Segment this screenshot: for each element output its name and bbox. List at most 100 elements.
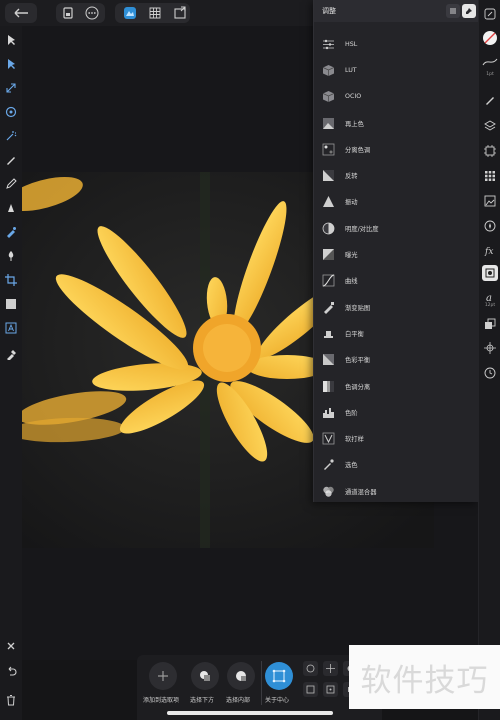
effects-button[interactable]: fx — [482, 242, 498, 258]
brushes-button[interactable] — [482, 92, 498, 108]
list-view-button[interactable] — [446, 4, 460, 18]
adjustment-item[interactable]: 通道混合器 — [314, 478, 478, 504]
liquify-persona-button[interactable] — [145, 3, 165, 23]
invert-icon — [322, 169, 335, 182]
adjustment-item[interactable]: 反转 — [314, 162, 478, 188]
transform-button[interactable] — [482, 316, 498, 332]
adjustment-item[interactable]: HSL — [314, 31, 478, 57]
list-icon — [450, 8, 456, 14]
tool-pixel[interactable] — [3, 176, 19, 192]
tool-selection-brush[interactable] — [3, 104, 19, 120]
text-a-icon: a — [486, 293, 492, 303]
color-button[interactable] — [482, 30, 498, 46]
adjustment-item-label: 曝光 — [345, 252, 358, 260]
about-center-button[interactable] — [265, 662, 293, 690]
align-option-2[interactable] — [323, 661, 338, 676]
tools-sidebar — [0, 26, 22, 720]
adjustment-item-label: 振动 — [345, 199, 358, 207]
undo-button[interactable] — [3, 663, 19, 679]
adjustments-panel: 调整 HSL LUT OCIO 再上色分离色调反转振动明度/对比度曝光曲线 渐变贴图 白平… — [313, 0, 478, 502]
tool-paint-brush[interactable] — [3, 152, 19, 168]
align-option-1[interactable] — [303, 661, 318, 676]
channel-mixer-icon — [322, 485, 335, 498]
adjustment-item[interactable]: 明度/对比度 — [314, 215, 478, 241]
vibrance-icon — [322, 195, 335, 208]
tool-dodge[interactable] — [3, 248, 19, 264]
adjustment-item[interactable]: 再上色 — [314, 110, 478, 136]
center-frame-icon — [272, 669, 286, 683]
image-icon — [484, 195, 496, 207]
channels-button[interactable] — [482, 143, 498, 159]
adjustment-item[interactable]: 分离色调 — [314, 136, 478, 162]
stroke-icon — [482, 58, 498, 66]
history-button[interactable] — [482, 218, 498, 234]
studio-sidebar: 1pt fx a 12pt — [478, 0, 500, 720]
navigator-button[interactable] — [482, 6, 498, 22]
delete-button[interactable] — [3, 692, 19, 708]
tool-clone[interactable] — [3, 224, 19, 240]
more-dots-icon — [85, 6, 99, 20]
lut-cube-icon — [322, 64, 335, 77]
adjustment-item[interactable]: LUT — [314, 57, 478, 83]
layers-button[interactable] — [482, 118, 498, 134]
split-toning-icon — [322, 143, 335, 156]
adjustment-item[interactable]: 色阶 — [314, 399, 478, 425]
select-inside-button[interactable] — [227, 662, 255, 690]
tool-rectangle[interactable] — [3, 296, 19, 312]
text-size-label: 12pt — [484, 303, 496, 308]
select-below-button[interactable] — [191, 662, 219, 690]
adjustment-item[interactable]: 曲线 — [314, 268, 478, 294]
select-below-icon — [200, 671, 210, 681]
pencil-icon — [6, 178, 17, 189]
align-option-4[interactable] — [303, 682, 318, 697]
pin-panel-button[interactable] — [462, 4, 476, 18]
adjustment-item-label: 反转 — [345, 173, 358, 181]
snapping-button[interactable] — [482, 340, 498, 356]
adjustment-item[interactable]: OCIO — [314, 84, 478, 110]
target-icon — [306, 664, 315, 673]
tool-pen[interactable] — [3, 200, 19, 216]
adjustment-item-label: OCIO — [345, 93, 362, 101]
move-arrow-icon — [8, 35, 15, 45]
adjustment-item-label: 软打样 — [345, 436, 364, 444]
adjustment-item-label: 再上色 — [345, 120, 364, 128]
align-option-5[interactable] — [323, 682, 338, 697]
adjustment-item[interactable]: 色彩平衡 — [314, 347, 478, 373]
adjustment-item[interactable]: 色调分离 — [314, 373, 478, 399]
adjustment-item[interactable]: 渐变贴图 — [314, 294, 478, 320]
adjustment-item[interactable]: 曝光 — [314, 241, 478, 267]
stroke-button[interactable] — [482, 54, 498, 70]
back-button[interactable] — [5, 3, 37, 23]
tool-color-picker[interactable] — [3, 346, 19, 362]
document-button[interactable] — [58, 3, 78, 23]
node-arrow-icon — [8, 59, 15, 69]
adjustment-item[interactable]: 白平衡 — [314, 320, 478, 346]
tool-flood-select[interactable] — [3, 128, 19, 144]
swatches-button[interactable] — [482, 168, 498, 184]
clock-button[interactable] — [482, 365, 498, 381]
tool-crop[interactable] — [3, 272, 19, 288]
adjustment-item[interactable]: 选色 — [314, 452, 478, 478]
adjustment-item[interactable]: 振动 — [314, 189, 478, 215]
export-persona-button[interactable] — [170, 3, 190, 23]
adjustment-item[interactable]: 软打样 — [314, 425, 478, 451]
brightness-contrast-icon — [322, 222, 335, 235]
more-button[interactable] — [82, 3, 102, 23]
add-to-selection-label: 添加到选取项 — [143, 697, 180, 704]
tool-move[interactable] — [3, 32, 19, 48]
close-tool-button[interactable] — [3, 638, 19, 654]
adjustment-item-label: 色阶 — [345, 409, 358, 417]
tool-text[interactable] — [3, 320, 19, 336]
adjustments-button[interactable] — [482, 265, 498, 281]
panel-header: 调整 — [314, 0, 478, 22]
photo-persona-button[interactable] — [120, 3, 140, 23]
tool-node[interactable] — [3, 56, 19, 72]
select-below-label: 选择下方 — [190, 697, 215, 704]
trash-icon — [7, 695, 15, 706]
tool-crop-rotate[interactable] — [3, 80, 19, 96]
magic-wand-icon — [6, 131, 17, 141]
add-to-selection-button[interactable] — [149, 662, 177, 690]
stock-button[interactable] — [482, 193, 498, 209]
panel-title: 调整 — [322, 7, 336, 15]
frame-icon — [306, 685, 315, 694]
